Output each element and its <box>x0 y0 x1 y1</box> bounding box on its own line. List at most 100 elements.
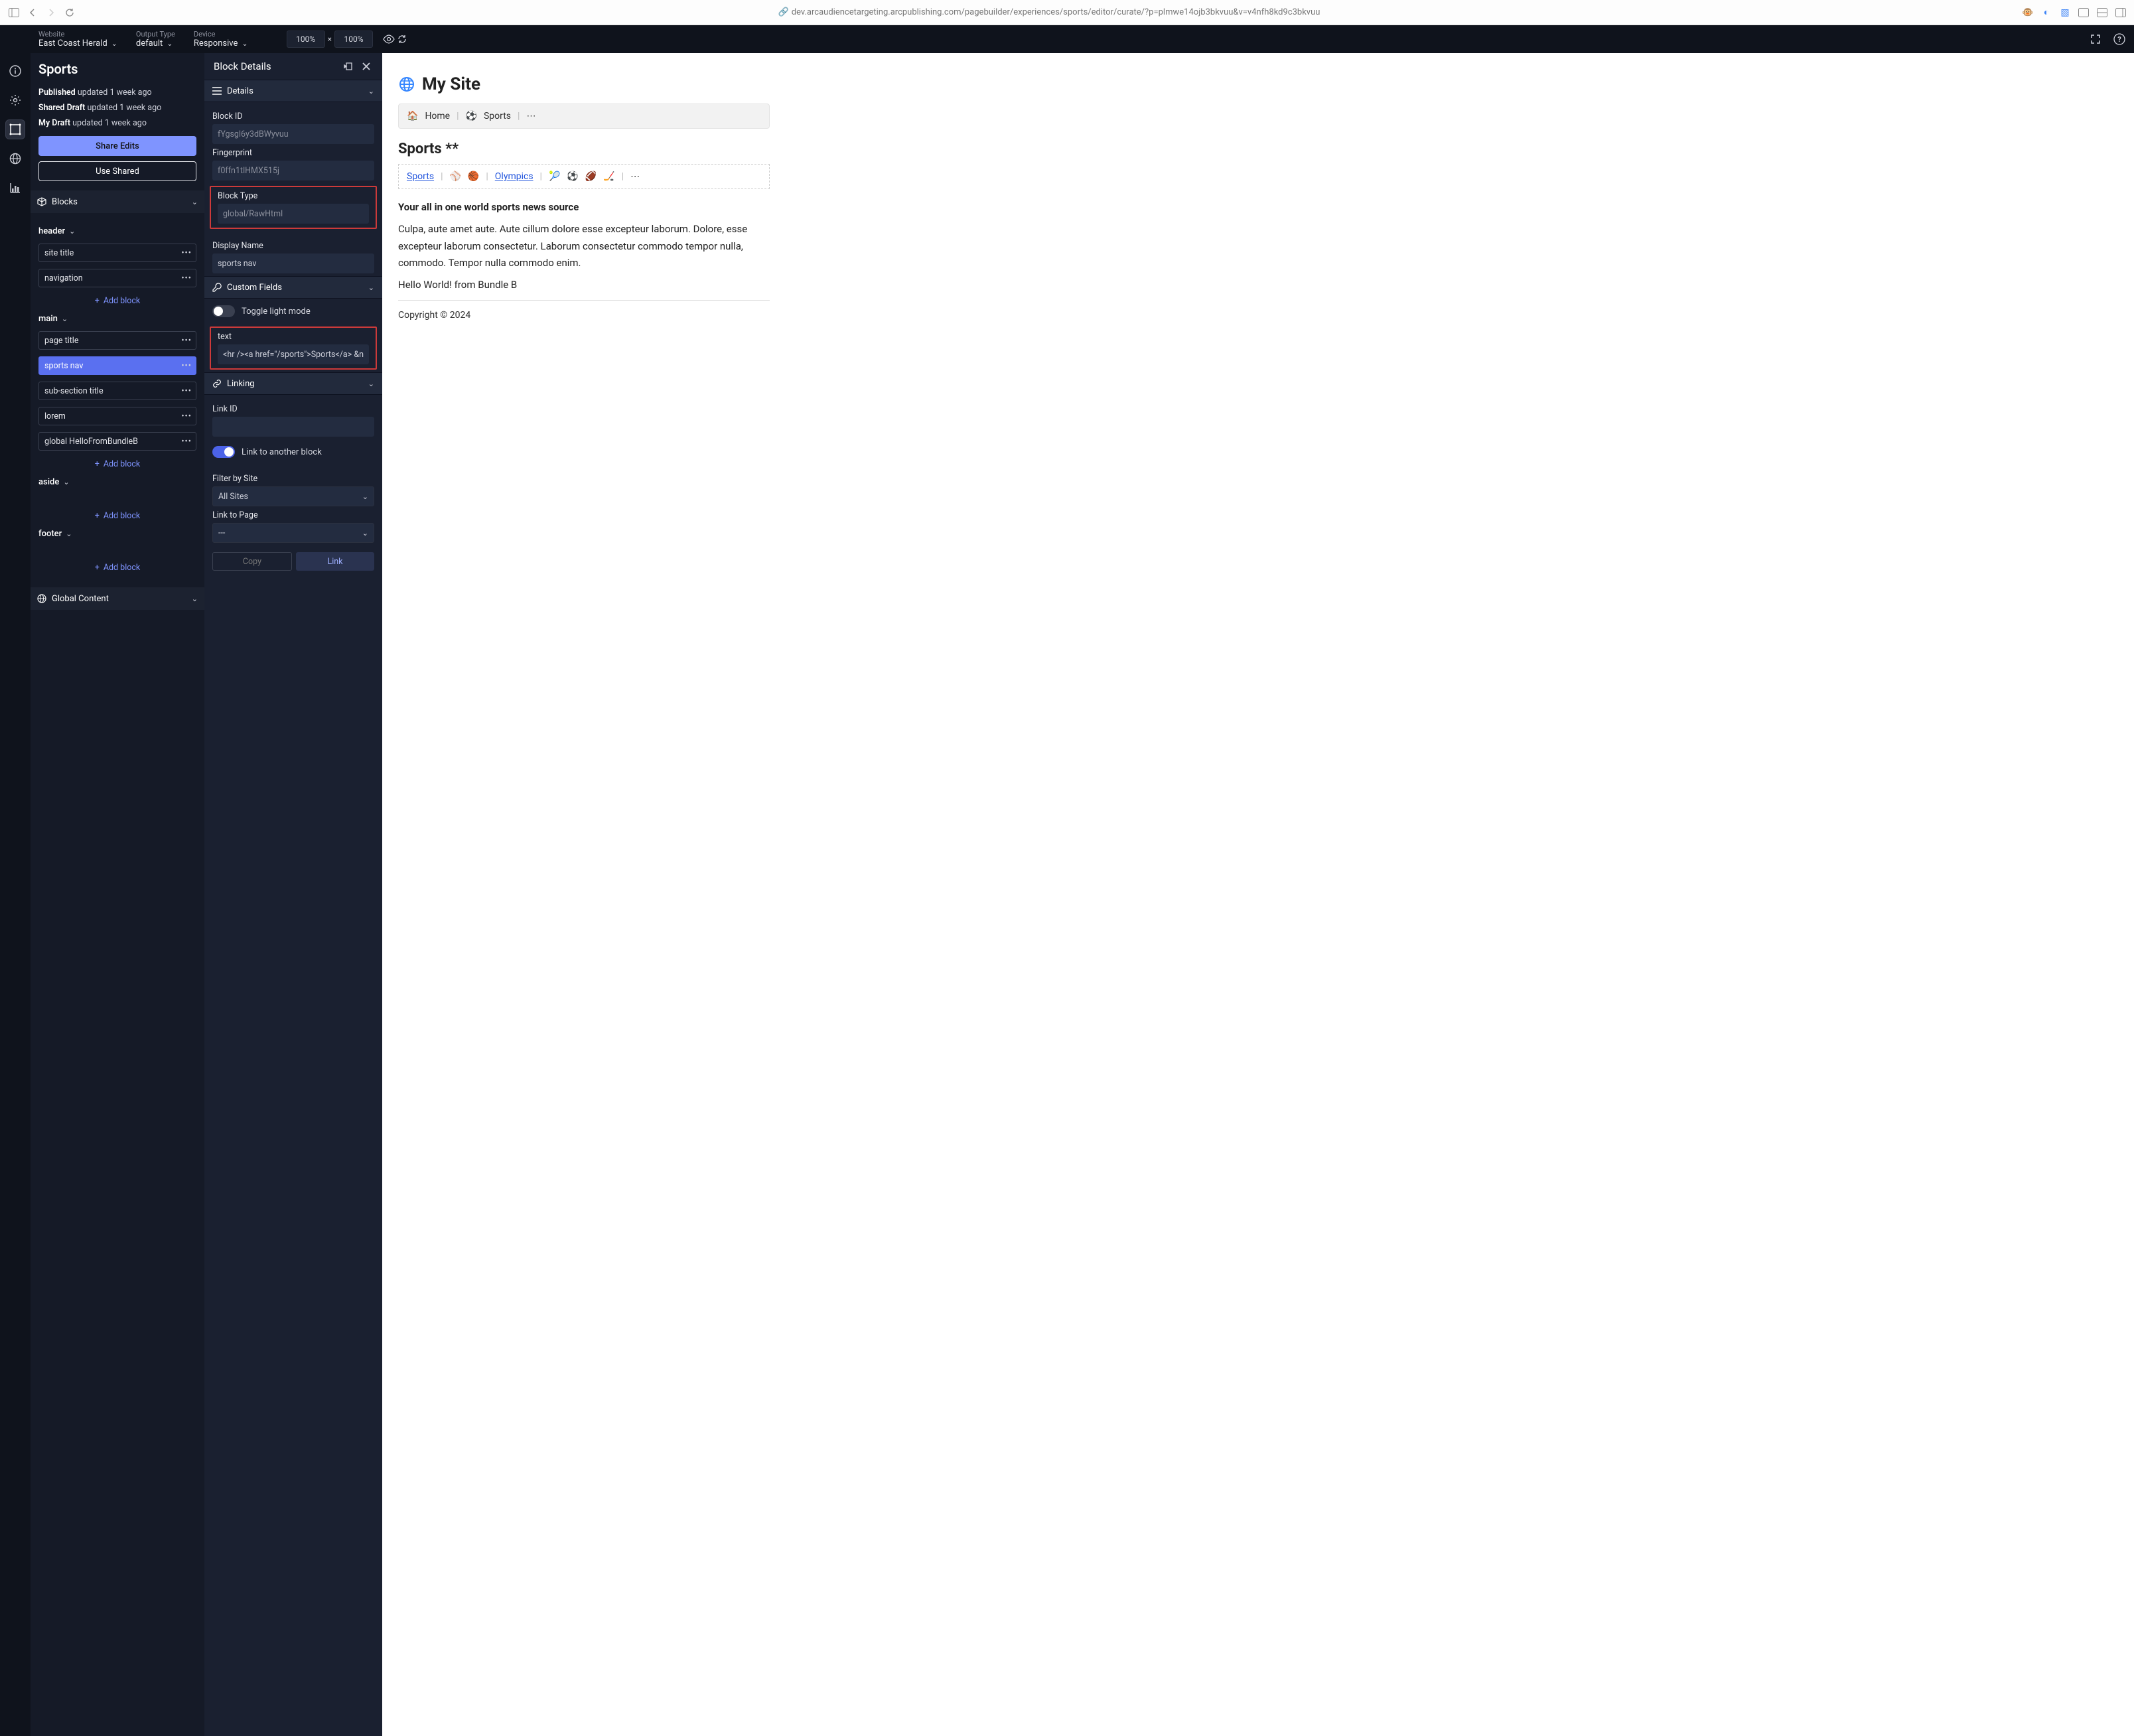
add-block-footer[interactable]: +Add block <box>38 563 196 573</box>
section-aside[interactable]: aside <box>38 477 196 487</box>
link-id-field[interactable] <box>212 417 374 437</box>
toggle-link-another[interactable] <box>212 446 235 458</box>
share-edits-button[interactable]: Share Edits <box>38 136 196 156</box>
close-icon[interactable] <box>360 60 373 73</box>
more-icon[interactable]: ⋯ <box>526 111 535 121</box>
display-name-label: Display Name <box>212 241 374 251</box>
output-selector[interactable]: Output Type default <box>136 30 175 48</box>
ext-icon-1[interactable]: 🐵 <box>2021 6 2034 19</box>
display-name-field[interactable] <box>212 253 374 273</box>
reload-icon[interactable] <box>62 5 77 20</box>
ext-icon-2[interactable]: ◐ <box>2040 6 2053 19</box>
website-selector[interactable]: Website East Coast Herald <box>38 30 117 48</box>
eye-icon[interactable] <box>382 33 395 46</box>
page-name: Sports <box>38 61 196 77</box>
rail-analytics-icon[interactable] <box>5 178 25 198</box>
zoom-width[interactable]: 100% <box>287 31 325 48</box>
chevron-down-icon <box>192 197 198 207</box>
more-icon[interactable]: ••• <box>181 386 192 396</box>
nav-olympics-link[interactable]: Olympics <box>495 171 534 182</box>
rail-settings-icon[interactable] <box>5 90 25 110</box>
block-item-navigation[interactable]: navigation••• <box>38 269 196 287</box>
more-icon[interactable]: ••• <box>181 361 192 371</box>
text-label: text <box>218 332 369 342</box>
more-icon[interactable]: ••• <box>181 273 192 283</box>
copyright: Copyright © 2024 <box>398 310 770 321</box>
chevron-down-icon <box>368 283 374 293</box>
page-title: Sports ** <box>398 141 770 157</box>
copy-button[interactable]: Copy <box>212 552 292 571</box>
refresh-icon[interactable] <box>395 33 409 46</box>
preview-canvas: My Site 🏠 Home | ⚽ Sports | ⋯ Sports ** … <box>382 53 2134 1736</box>
section-footer[interactable]: footer <box>38 529 196 539</box>
global-content-header[interactable]: Global Content <box>31 587 204 610</box>
fingerprint-field[interactable] <box>212 161 374 181</box>
ext-icon-3[interactable]: ▧ <box>2058 6 2072 19</box>
zoom-height[interactable]: 100% <box>334 31 373 48</box>
add-block-aside[interactable]: +Add block <box>38 511 196 521</box>
section-header[interactable]: header <box>38 226 196 236</box>
baseball-icon: ⚾ <box>449 171 461 182</box>
block-type-field[interactable] <box>218 204 369 224</box>
more-icon[interactable]: ••• <box>181 248 192 258</box>
details-section-bar[interactable]: Details <box>204 80 382 102</box>
blocks-header[interactable]: Blocks <box>31 190 204 213</box>
basketball-icon: 🏀 <box>468 171 479 182</box>
device-selector[interactable]: Device Responsive <box>194 30 248 48</box>
rail-info-icon[interactable] <box>5 61 25 81</box>
filter-label: Filter by Site <box>212 474 374 484</box>
help-icon[interactable]: ? <box>2113 33 2126 46</box>
linking-section-bar[interactable]: Linking <box>204 372 382 395</box>
block-item-site-title[interactable]: site title••• <box>38 244 196 262</box>
block-item-page-title[interactable]: page title••• <box>38 331 196 350</box>
block-item-sports-nav[interactable]: sports nav••• <box>38 356 196 375</box>
url-text: dev.arcaudiencetargeting.arcpublishing.c… <box>792 7 1320 17</box>
more-icon[interactable]: ⋯ <box>630 171 640 182</box>
block-id-label: Block ID <box>212 111 374 121</box>
crumb-home[interactable]: Home <box>425 111 450 121</box>
plus-icon: + <box>95 459 100 469</box>
ext-icon-6[interactable] <box>2114 6 2127 19</box>
chevron-down-icon <box>362 492 368 502</box>
more-icon[interactable]: ••• <box>181 437 192 447</box>
ext-icon-4[interactable] <box>2077 6 2090 19</box>
add-block-header[interactable]: +Add block <box>38 296 196 306</box>
link-button[interactable]: Link <box>296 552 374 571</box>
published-line: Published updated 1 week ago <box>38 88 196 98</box>
link-page-select[interactable]: --- <box>212 523 374 543</box>
block-item-global-hello[interactable]: global HelloFromBundleB••• <box>38 432 196 451</box>
ext-icon-5[interactable] <box>2096 6 2109 19</box>
fullscreen-icon[interactable] <box>2089 33 2102 46</box>
block-type-label: Block Type <box>218 191 369 201</box>
toggle-light-mode[interactable] <box>212 305 235 317</box>
details-title: Block Details <box>214 60 271 72</box>
sidebar-panel: Sports Published updated 1 week ago Shar… <box>31 53 204 1736</box>
forward-icon[interactable] <box>44 5 58 20</box>
back-icon[interactable] <box>25 5 40 20</box>
output-label: Output Type <box>136 30 175 38</box>
more-icon[interactable]: ••• <box>181 336 192 346</box>
add-block-main[interactable]: +Add block <box>38 459 196 469</box>
nav-sports-link[interactable]: Sports <box>407 171 434 182</box>
text-field[interactable] <box>218 344 369 364</box>
rail-globe-icon[interactable] <box>5 149 25 169</box>
url-bar[interactable]: 🔗 dev.arcaudiencetargeting.arcpublishing… <box>84 7 2015 17</box>
blocks-title: Blocks <box>52 197 78 207</box>
block-item-lorem[interactable]: lorem••• <box>38 407 196 425</box>
custom-fields-section-bar[interactable]: Custom Fields <box>204 276 382 299</box>
fingerprint-label: Fingerprint <box>212 148 374 158</box>
section-main[interactable]: main <box>38 314 196 324</box>
crumb-sports[interactable]: Sports <box>484 111 511 121</box>
block-item-sub-section-title[interactable]: sub-section title••• <box>38 382 196 400</box>
app-topbar: Website East Coast Herald Output Type de… <box>0 25 2134 53</box>
dock-icon[interactable] <box>341 60 354 73</box>
block-id-field[interactable] <box>212 124 374 144</box>
use-shared-button[interactable]: Use Shared <box>38 161 196 181</box>
filter-select[interactable]: All Sites <box>212 486 374 506</box>
sidebar-toggle-icon[interactable] <box>7 5 21 20</box>
chevron-down-icon <box>111 38 117 48</box>
more-icon[interactable]: ••• <box>181 411 192 421</box>
plus-icon: + <box>95 296 100 306</box>
rail-layout-icon[interactable] <box>5 119 25 139</box>
chevron-down-icon <box>167 38 173 48</box>
